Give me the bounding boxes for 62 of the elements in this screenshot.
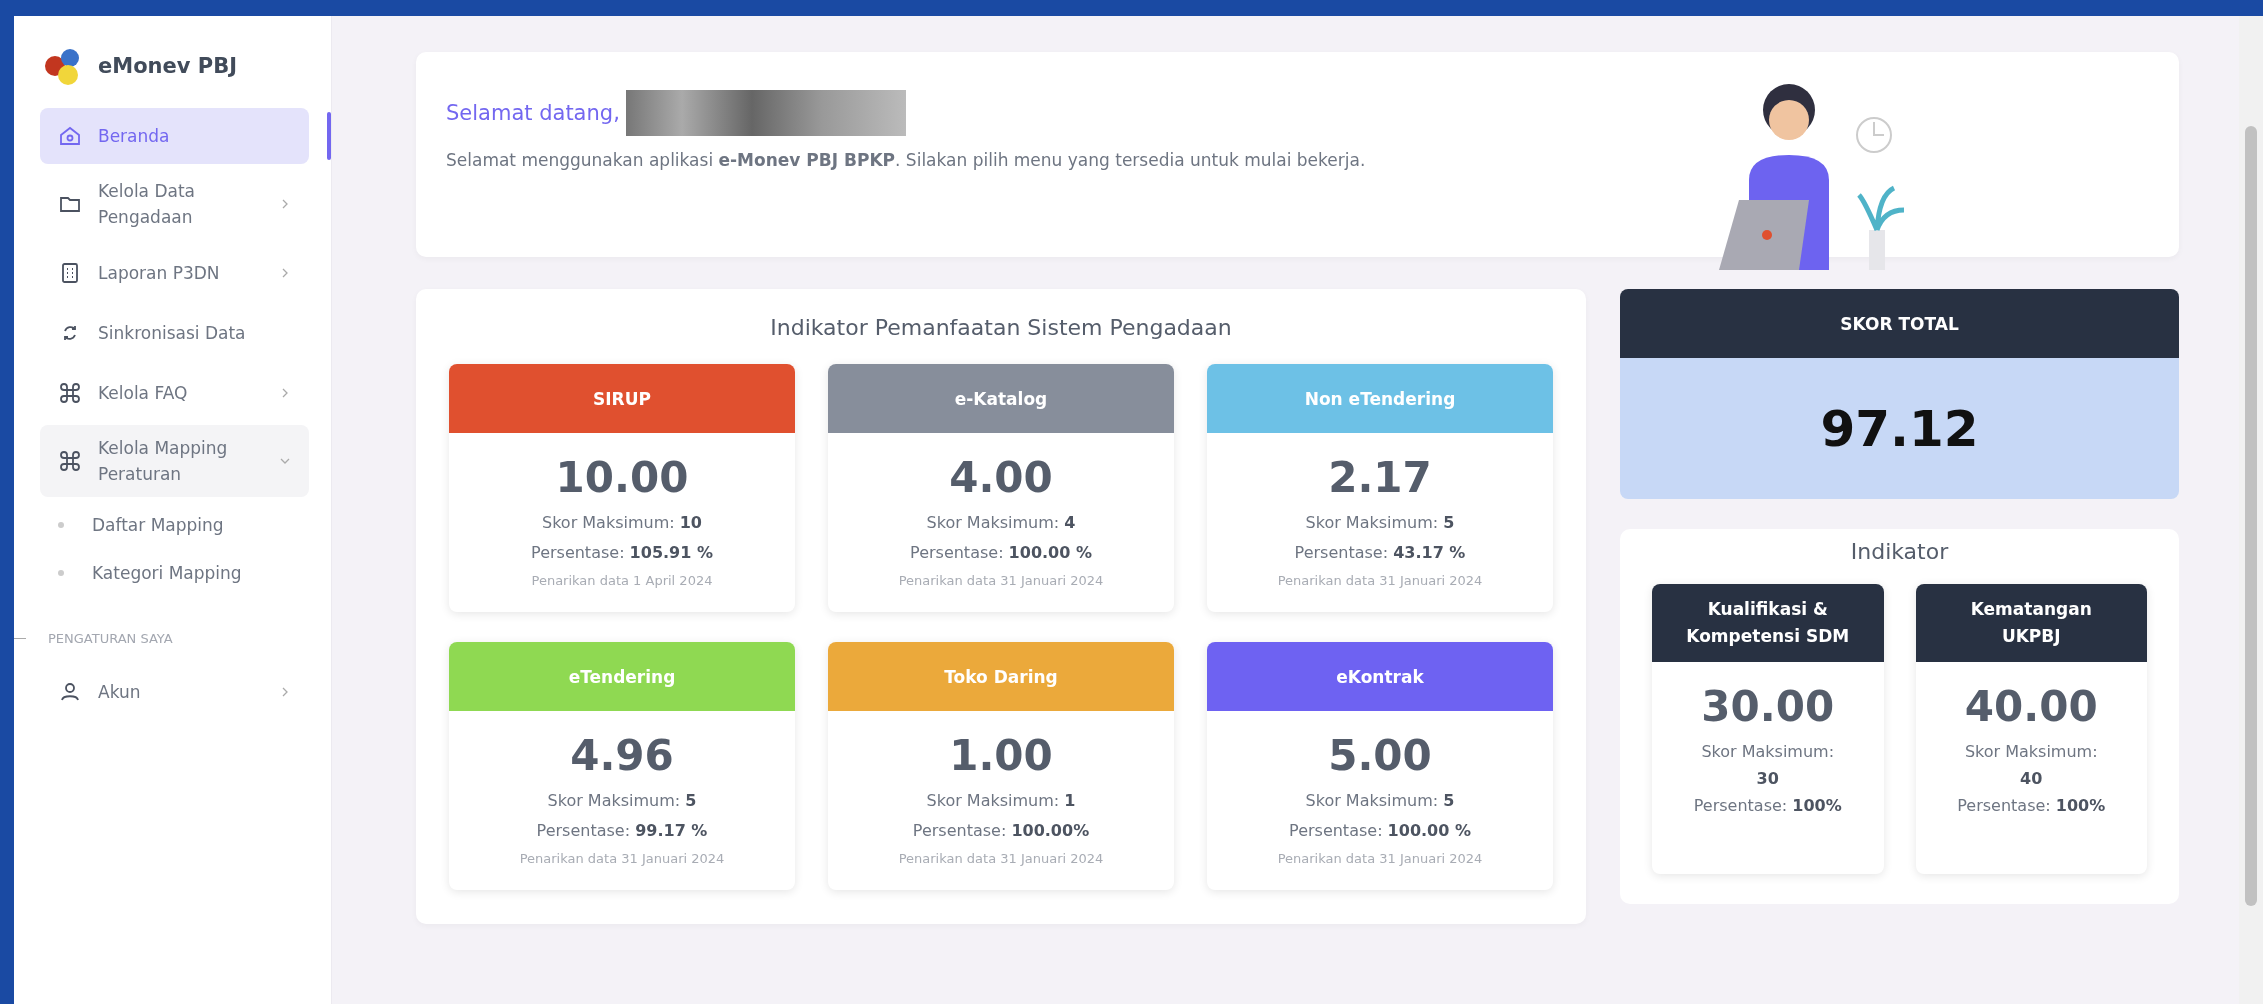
percentage: Persentase: 100.00 % xyxy=(1288,819,1472,842)
sidebar-subitem[interactable]: Daftar Mapping xyxy=(14,501,331,550)
sidebar-item[interactable]: Kelola FAQ xyxy=(40,364,309,421)
percentage: Persentase: 100% xyxy=(1692,794,1843,817)
max-score: Skor Maksimum: 5 xyxy=(1304,790,1456,813)
total-score-title: SKOR TOTAL xyxy=(1620,289,2179,358)
max-score: Skor Maksimum: 10 xyxy=(541,512,703,534)
card-header: eTendering xyxy=(449,642,795,712)
home-icon xyxy=(58,124,82,148)
data-date: Penarikan data 31 Januari 2024 xyxy=(518,851,726,867)
data-date: Penarikan data 31 Januari 2024 xyxy=(897,851,1105,867)
sidebar-item[interactable]: Akun xyxy=(40,664,309,721)
score-value: 10.00 xyxy=(554,453,690,502)
panel-title: Indikator Pemanfaatan Sistem Pengadaan xyxy=(769,315,1233,340)
app-name: eMonev PBJ xyxy=(98,54,237,78)
max-score: Skor Maksimum: 1 xyxy=(925,790,1077,813)
max-score-label: Skor Maksimum: xyxy=(1700,741,1836,763)
max-score: Skor Maksimum: 5 xyxy=(1304,512,1456,534)
scrollbar[interactable] xyxy=(2239,16,2263,1004)
command-icon xyxy=(58,449,82,474)
card-header: e-Katalog xyxy=(828,364,1174,433)
sidebar-item[interactable]: Beranda xyxy=(40,108,309,164)
sidebar-item[interactable]: Laporan P3DN xyxy=(40,244,309,301)
data-date: Penarikan data 31 Januari 2024 xyxy=(1276,851,1484,867)
card-header: eKontrak xyxy=(1207,642,1553,712)
score-value: 1.00 xyxy=(948,731,1054,781)
indikator-title: Indikator xyxy=(1849,539,1950,564)
section-label: PENGATURAN SAYA xyxy=(48,631,173,647)
command-icon xyxy=(58,380,82,405)
welcome-message: Selamat menggunakan aplikasi e-Monev PBJ BPKP. Silakan pilih menu yang tersedia untuk mulai bekerja. xyxy=(446,149,1367,172)
active-indicator xyxy=(327,112,331,160)
data-date: Penarikan data 1 April 2024 xyxy=(530,573,714,589)
percentage: Persentase: 100% xyxy=(1956,794,2107,817)
sidebar-subitem[interactable]: Kategori Mapping xyxy=(14,549,331,598)
max-score-value: 30 xyxy=(1755,767,1780,790)
card-header: Kematangan UKPBJ xyxy=(1915,584,2147,662)
card-header: SIRUP xyxy=(449,364,795,433)
sidebar-item[interactable]: Kelola Data Pengadaan xyxy=(40,168,309,241)
score-value: 4.96 xyxy=(569,731,675,781)
total-score-value: 97.12 xyxy=(1620,358,2179,499)
score-value: 40.00 xyxy=(1963,682,2099,731)
data-date: Penarikan data 31 Januari 2024 xyxy=(897,573,1105,589)
card-header: Toko Daring xyxy=(828,642,1174,712)
data-date: Penarikan data 31 Januari 2024 xyxy=(1276,573,1484,589)
percentage: Persentase: 105.91 % xyxy=(530,541,714,564)
max-score: Skor Maksimum: 4 xyxy=(925,512,1077,534)
percentage: Persentase: 100.00 % xyxy=(909,541,1093,564)
greeting: Selamat datang, xyxy=(446,101,620,125)
sidebar-item[interactable]: Sinkronisasi Data xyxy=(40,304,309,361)
percentage: Persentase: 100.00% xyxy=(911,819,1091,842)
score-value: 30.00 xyxy=(1700,682,1836,731)
score-value: 2.17 xyxy=(1327,453,1433,502)
card-header: Non eTendering xyxy=(1207,364,1553,433)
score-value: 4.00 xyxy=(948,453,1054,502)
card-header: Kualifikasi & Kompetensi SDM xyxy=(1652,584,1884,662)
percentage: Persentase: 99.17 % xyxy=(535,819,709,842)
max-score: Skor Maksimum: 5 xyxy=(546,790,698,813)
max-score-value: 40 xyxy=(2019,767,2044,790)
percentage: Persentase: 43.17 % xyxy=(1293,541,1467,564)
max-score-label: Skor Maksimum: xyxy=(1963,741,2099,763)
score-value: 5.00 xyxy=(1327,731,1433,781)
sidebar-item[interactable]: Kelola Mapping Peraturan xyxy=(40,424,309,498)
